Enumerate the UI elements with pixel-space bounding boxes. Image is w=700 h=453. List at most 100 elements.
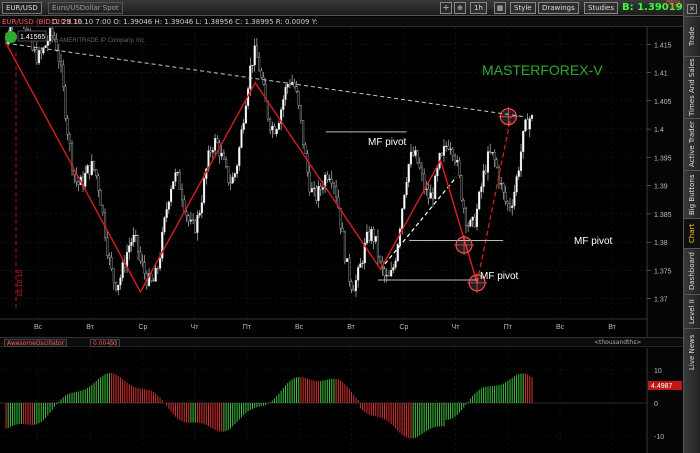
candle-body xyxy=(163,217,166,233)
candle-body xyxy=(365,231,368,244)
candle-body xyxy=(425,188,428,190)
candle-body xyxy=(271,125,274,131)
side-tab-live-news[interactable]: Live News xyxy=(684,328,700,376)
y-axis-tick-label: 1.385 xyxy=(654,212,672,219)
candle-body xyxy=(297,91,300,106)
candle-body xyxy=(319,186,322,190)
side-tab-times-and-sales[interactable]: Times And Sales xyxy=(684,56,700,118)
candle-body xyxy=(372,229,375,242)
side-tab-trade[interactable]: Trade xyxy=(684,16,700,56)
candles xyxy=(4,27,534,297)
candle-body xyxy=(420,167,424,175)
candle-body xyxy=(225,159,228,167)
candle-body xyxy=(269,119,272,131)
candle-body xyxy=(137,234,140,253)
oscillator-current: 4.4987 xyxy=(651,383,673,390)
y-axis-tick-label: 1.41 xyxy=(654,71,668,78)
candle-body xyxy=(482,170,485,187)
candle-body xyxy=(273,125,276,135)
candle-body xyxy=(431,192,435,200)
candle-body xyxy=(522,130,525,152)
candle-body xyxy=(99,190,102,206)
candle-body xyxy=(185,211,188,216)
candle-body xyxy=(379,256,382,262)
candle-body xyxy=(387,275,390,277)
candle-body xyxy=(445,145,448,147)
candle-body xyxy=(405,181,408,196)
price-chart[interactable]: 1.415 1.41 1.405 1.4 1.395 1.39 1.385 1.38 1.375… xyxy=(0,27,683,337)
candle-body xyxy=(240,129,243,148)
candle-body xyxy=(493,152,496,160)
candle-body xyxy=(310,188,313,193)
oscillator-chart[interactable]: 10 0 -10 4.4987 xyxy=(0,348,683,453)
oscillator-zero: 0 xyxy=(110,339,120,347)
chart-toolbar: EUR/USD Euro/USDollar Spot ✛ ⊕ 1h ▦ Styl… xyxy=(0,0,683,16)
close-icon[interactable]: ✕ xyxy=(687,4,697,14)
candle-body xyxy=(368,231,371,241)
candle-body xyxy=(519,151,523,171)
candle-body xyxy=(134,234,137,237)
candle-body xyxy=(390,270,393,277)
candle-body xyxy=(515,176,518,193)
zoom-icon[interactable]: ⊕ xyxy=(454,2,466,14)
candle-body xyxy=(511,205,514,208)
candle-body xyxy=(282,99,285,110)
side-tab-big-buttons[interactable]: Big Buttons xyxy=(684,170,700,218)
pivot-label-upper: MF pivot xyxy=(368,137,407,148)
side-tab-level-ii[interactable]: Level II xyxy=(684,294,700,328)
x-axis-tick-label: Вс xyxy=(295,324,304,331)
candle-body xyxy=(154,268,157,282)
studies-button[interactable]: Studies xyxy=(584,2,618,14)
osc-y-tick-label: 0 xyxy=(654,401,658,408)
candle-body xyxy=(251,64,254,67)
candle-body xyxy=(508,203,512,208)
symbol-selector[interactable]: EUR/USD xyxy=(2,2,42,14)
candle-body xyxy=(328,178,331,180)
y-axis-tick-label: 1.37 xyxy=(654,297,668,304)
candle-body xyxy=(196,215,199,233)
side-tab-active-trader[interactable]: Active Trader xyxy=(684,118,700,170)
candle-body xyxy=(469,220,472,227)
side-tab-chart[interactable]: Chart xyxy=(684,218,700,248)
resistance-trendline xyxy=(5,42,525,118)
candle-body xyxy=(167,201,170,210)
candle-body xyxy=(460,175,463,201)
candle-body xyxy=(192,219,195,221)
candle-body xyxy=(255,45,258,58)
candle-body xyxy=(106,237,109,256)
y-axis-tick-label: 1.415 xyxy=(654,42,672,49)
candle-body xyxy=(346,258,349,262)
candle-body xyxy=(530,115,534,119)
signal-dot xyxy=(5,31,17,43)
candle-body xyxy=(357,267,360,281)
candle-body xyxy=(478,191,481,210)
candle-body xyxy=(165,209,168,218)
candle-body xyxy=(222,152,225,160)
drawings-button[interactable]: Drawings xyxy=(538,2,579,14)
x-axis-tick-label: Чт xyxy=(191,324,200,331)
candle-body xyxy=(495,159,498,168)
candle-body xyxy=(44,45,47,48)
timeframe-button[interactable]: 1h xyxy=(470,2,487,14)
side-tab-dashboard[interactable]: Dashboard xyxy=(684,248,700,294)
candle-body xyxy=(88,165,91,175)
candle-body xyxy=(302,120,305,146)
candle-body xyxy=(57,50,60,62)
candle-body xyxy=(451,148,454,156)
style-button[interactable]: Style xyxy=(510,2,536,14)
candle-body xyxy=(286,84,289,88)
candle-body xyxy=(335,186,338,198)
candle-body xyxy=(220,152,223,157)
candle-body xyxy=(392,267,395,271)
oscillator-units: <thousandths> xyxy=(594,339,642,346)
oscillator-name[interactable]: AwesomeOscillator xyxy=(4,339,68,347)
candle-body xyxy=(434,175,437,200)
candle-body xyxy=(517,170,520,177)
candle-body xyxy=(95,169,98,177)
candle-body xyxy=(187,215,190,222)
candle-body xyxy=(295,86,298,92)
crosshair-icon[interactable]: ✛ xyxy=(440,2,452,14)
candle-body xyxy=(189,219,192,222)
candle-body xyxy=(321,187,324,190)
grid-icon[interactable]: ▦ xyxy=(494,2,506,14)
